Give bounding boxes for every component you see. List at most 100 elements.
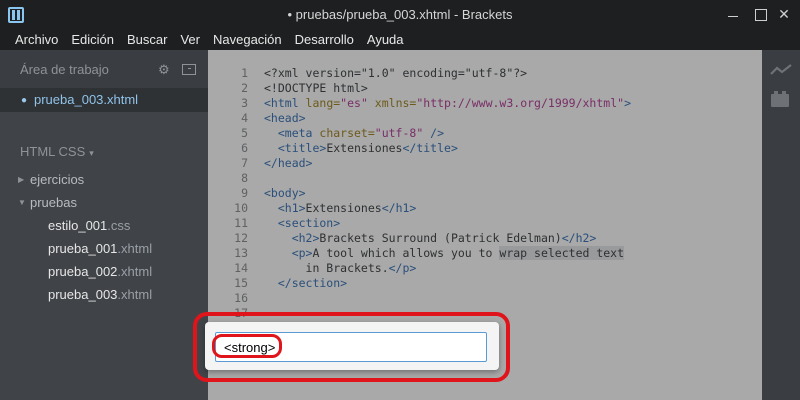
- code-token: />: [423, 126, 445, 140]
- gear-icon[interactable]: ⚙: [158, 62, 170, 78]
- line-number: 8: [241, 171, 248, 185]
- code-token: <title>: [264, 141, 327, 155]
- menu-archivo[interactable]: Archivo: [15, 32, 58, 47]
- working-file-name: prueba_003.xhtml: [34, 92, 139, 107]
- project-name: HTML CSS: [20, 144, 86, 159]
- code-token: in Brackets.: [264, 261, 389, 275]
- menu-buscar[interactable]: Buscar: [127, 32, 167, 47]
- expanded-arrow-icon: ▼: [18, 198, 26, 207]
- file-prueba-001[interactable]: prueba_001.xhtml: [48, 241, 152, 256]
- line-number: 9: [241, 186, 248, 200]
- minimize-icon[interactable]: [725, 6, 741, 22]
- code-token: "es": [340, 96, 368, 110]
- working-file-item[interactable]: ● prueba_003.xhtml: [0, 88, 208, 112]
- split-view-icon[interactable]: [182, 64, 196, 75]
- sidebar: Área de trabajo ⚙ ● prueba_003.xhtml HTM…: [0, 50, 208, 400]
- code-token: <!DOCTYPE html>: [264, 81, 368, 95]
- code-token: <meta: [264, 126, 320, 140]
- code-token: charset=: [319, 126, 375, 140]
- extension-manager-icon[interactable]: [771, 91, 789, 107]
- code-token: </head>: [264, 156, 313, 170]
- code-token: xmlns=: [367, 96, 417, 110]
- line-number: 11: [234, 216, 248, 230]
- code-token: <html: [264, 96, 306, 110]
- code-line[interactable]: <h1>Extensiones</h1>: [264, 201, 417, 215]
- file-ext: .xhtml: [117, 287, 153, 302]
- collapsed-arrow-icon: ▶: [18, 175, 25, 184]
- code-line[interactable]: <?xml version="1.0" encoding="utf-8"?>: [264, 66, 527, 80]
- code-token: <?xml version="1.0" encoding="utf-8"?>: [264, 66, 528, 80]
- line-number: 5: [241, 126, 248, 140]
- menu-navegacion[interactable]: Navegación: [213, 32, 282, 47]
- file-base: prueba_002: [48, 264, 118, 279]
- line-number: 14: [234, 261, 248, 275]
- code-token: <h1>: [264, 201, 306, 215]
- code-token: "http://www.w3.org/1999/xhtml": [416, 96, 625, 110]
- menu-bar: Archivo Edición Buscar Ver Navegación De…: [0, 28, 800, 50]
- code-token: </section>: [264, 276, 348, 290]
- code-token: Brackets Surround (Patrick Edelman): [319, 231, 562, 245]
- folder-ejercicios[interactable]: ▶ ejercicios: [18, 172, 85, 187]
- code-line[interactable]: <head>: [264, 111, 306, 125]
- working-set-title: Área de trabajo: [20, 62, 109, 77]
- line-number: 7: [241, 156, 248, 170]
- maximize-icon[interactable]: [752, 6, 768, 22]
- code-line[interactable]: <body>: [264, 186, 306, 200]
- code-token: lang=: [305, 96, 341, 110]
- project-dropdown[interactable]: HTML CSS ▾: [20, 144, 94, 159]
- right-toolbar: [762, 50, 800, 400]
- code-token: </h1>: [381, 201, 417, 215]
- surround-tag-input[interactable]: [215, 332, 487, 362]
- file-base: estilo_001: [48, 218, 108, 233]
- code-line[interactable]: in Brackets.</p>: [264, 261, 417, 275]
- code-line[interactable]: <html lang="es" xmlns="http://www.w3.org…: [264, 96, 631, 110]
- live-preview-icon[interactable]: [770, 64, 792, 76]
- chevron-down-icon: ▾: [89, 148, 94, 158]
- line-number: 15: [234, 276, 248, 290]
- file-estilo-001[interactable]: estilo_001.css: [48, 218, 130, 233]
- menu-edicion[interactable]: Edición: [71, 32, 114, 47]
- file-base: prueba_003: [48, 287, 118, 302]
- line-number: 3: [241, 96, 248, 110]
- folder-pruebas[interactable]: ▼ pruebas: [18, 195, 77, 210]
- modified-dot-icon: ●: [21, 95, 28, 106]
- code-token: </h2>: [561, 231, 597, 245]
- folder-label: pruebas: [30, 195, 77, 210]
- line-number: 6: [241, 141, 248, 155]
- line-number: 12: [234, 231, 248, 245]
- menu-desarrollo[interactable]: Desarrollo: [295, 32, 354, 47]
- file-prueba-003[interactable]: prueba_003.xhtml: [48, 287, 152, 302]
- code-token: <h2>: [264, 231, 320, 245]
- line-number: 13: [234, 246, 248, 260]
- code-token: >: [624, 96, 631, 110]
- folder-label: ejercicios: [30, 172, 85, 187]
- title-bar: • pruebas/prueba_003.xhtml - Brackets ✕: [0, 0, 800, 28]
- code-line[interactable]: <title>Extensiones</title>: [264, 141, 458, 155]
- code-line[interactable]: <meta charset="utf-8" />: [264, 126, 444, 140]
- code-token: </title>: [402, 141, 458, 155]
- code-line[interactable]: <h2>Brackets Surround (Patrick Edelman)<…: [264, 231, 597, 245]
- code-line[interactable]: </head>: [264, 156, 312, 170]
- line-number: 10: [234, 201, 248, 215]
- code-token: "utf-8": [374, 126, 424, 140]
- menu-ayuda[interactable]: Ayuda: [367, 32, 404, 47]
- working-set-header: Área de trabajo ⚙: [0, 50, 208, 88]
- line-number: 16: [234, 291, 248, 305]
- code-line[interactable]: </section>: [264, 276, 347, 290]
- code-token: A tool which allows you to: [312, 246, 500, 260]
- line-number: 17: [234, 306, 248, 320]
- selected-text: wrap selected text: [499, 246, 625, 260]
- code-token: </p>: [388, 261, 417, 275]
- file-ext: .css: [107, 218, 131, 233]
- close-icon[interactable]: ✕: [776, 6, 792, 22]
- code-token: Extensiones: [305, 201, 382, 215]
- code-line[interactable]: <!DOCTYPE html>: [264, 81, 368, 95]
- file-prueba-002[interactable]: prueba_002.xhtml: [48, 264, 152, 279]
- line-number: 1: [241, 66, 248, 80]
- code-line[interactable]: <p>A tool which allows you to wrap selec…: [264, 246, 625, 260]
- code-token: <body>: [264, 186, 306, 200]
- menu-ver[interactable]: Ver: [180, 32, 200, 47]
- code-token: <p>: [264, 246, 313, 260]
- file-ext: .xhtml: [117, 264, 153, 279]
- code-line[interactable]: <section>: [264, 216, 340, 230]
